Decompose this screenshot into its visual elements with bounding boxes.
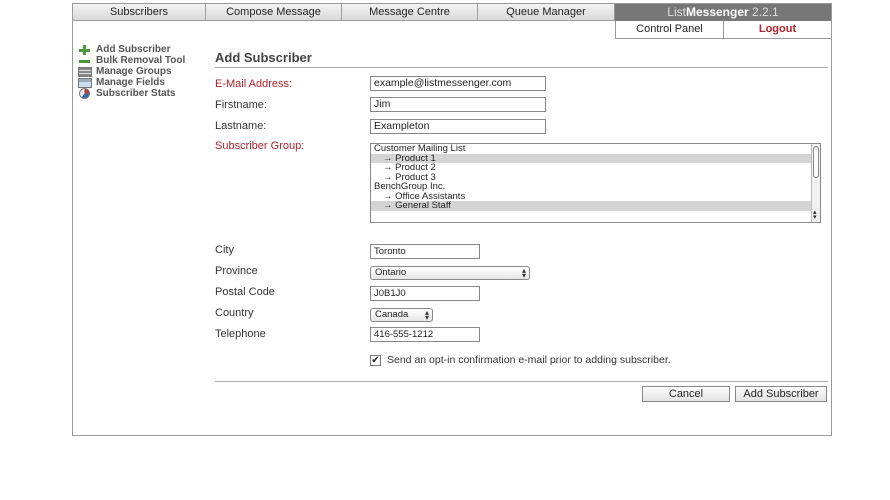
group-list-scrollbar[interactable]: ▴ ▾: [811, 144, 820, 222]
group-option[interactable]: → General Staff: [371, 201, 820, 211]
city-label: City: [215, 244, 234, 256]
minus-icon: [78, 56, 92, 66]
province-select[interactable]: Ontario ▴ ▾: [370, 266, 530, 280]
group-option[interactable]: → Product 1: [371, 153, 820, 163]
tab-message-centre[interactable]: Message Centre: [342, 4, 478, 21]
firstname-label: Firstname:: [215, 99, 267, 111]
optin-checkbox[interactable]: ✔: [370, 354, 381, 366]
scrollbar-thumb[interactable]: [813, 146, 819, 178]
sidebar: Add Subscriber Bulk Removal Tool Manage …: [78, 44, 203, 99]
brand-name: Messenger: [685, 5, 749, 19]
email-field[interactable]: example@listmessenger.com: [370, 76, 546, 91]
province-label: Province: [215, 265, 258, 277]
groups-icon: [78, 66, 92, 77]
app-window: Subscribers Compose Message Message Cent…: [72, 3, 832, 436]
tab-subscribers[interactable]: Subscribers: [73, 4, 206, 21]
scroll-arrows-icon[interactable]: ▴ ▾: [813, 209, 817, 221]
sidebar-item-label: Bulk Removal Tool: [96, 55, 186, 66]
group-option[interactable]: Customer Mailing List: [371, 144, 820, 154]
tab-compose-message[interactable]: Compose Message: [206, 4, 342, 21]
fields-icon: [78, 77, 92, 88]
sidebar-item-label: Manage Fields: [96, 77, 165, 88]
sidebar-item-bulk-removal-tool[interactable]: Bulk Removal Tool: [78, 55, 203, 66]
cancel-button[interactable]: Cancel: [642, 386, 730, 402]
brand-prefix: List: [667, 5, 686, 19]
telephone-field[interactable]: 416-555-1212: [370, 327, 480, 342]
country-label: Country: [215, 307, 254, 319]
sidebar-item-add-subscriber[interactable]: Add Subscriber: [78, 44, 203, 55]
optin-row[interactable]: ✔ Send an opt-in confirmation e-mail pri…: [370, 353, 671, 367]
select-arrows-icon: ▴ ▾: [521, 266, 526, 280]
sidebar-item-label: Subscriber Stats: [96, 88, 176, 99]
logout-link[interactable]: Logout: [723, 21, 831, 38]
city-field[interactable]: Toronto: [370, 244, 480, 259]
subscriber-group-list[interactable]: Customer Mailing List → Product 1 → Produc…: [370, 143, 821, 223]
stats-icon: [79, 88, 90, 99]
plus-icon: [78, 44, 92, 55]
page-title: Add Subscriber: [215, 50, 312, 65]
telephone-label: Telephone: [215, 328, 266, 340]
firstname-field[interactable]: Jim: [370, 97, 546, 112]
sidebar-item-label: Add Subscriber: [96, 44, 171, 55]
add-subscriber-form: Add Subscriber E-Mail Address: example@l…: [215, 49, 830, 366]
province-value: Ontario: [375, 267, 407, 278]
email-label: E-Mail Address:: [215, 78, 293, 90]
control-bar: Control Panel Logout: [615, 21, 831, 39]
sidebar-item-manage-fields[interactable]: Manage Fields: [78, 77, 203, 88]
tab-queue-manager[interactable]: Queue Manager: [478, 4, 615, 21]
group-option[interactable]: → Product 2: [371, 163, 820, 173]
sidebar-item-subscriber-stats[interactable]: Subscriber Stats: [78, 88, 203, 99]
group-options: Customer Mailing List → Product 1 → Produc…: [371, 144, 820, 211]
select-arrows-icon: ▴ ▾: [424, 308, 429, 322]
main-nav: Subscribers Compose Message Message Cent…: [73, 4, 831, 21]
optin-label: Send an opt-in confirmation e-mail prior…: [387, 354, 671, 366]
add-subscriber-button[interactable]: Add Subscriber: [735, 386, 827, 402]
subscriber-group-label: Subscriber Group:: [215, 140, 305, 152]
brand-version: 2.2.1: [752, 5, 779, 19]
country-value: Canada: [375, 309, 409, 320]
title-divider: [215, 67, 828, 68]
app-brand: ListMessenger 2.2.1: [615, 4, 831, 21]
lastname-label: Lastname:: [215, 120, 267, 132]
postal-code-field[interactable]: J0B1J0: [370, 286, 480, 301]
control-panel-link[interactable]: Control Panel: [615, 21, 723, 38]
lastname-field[interactable]: Exampleton: [370, 119, 546, 134]
form-footer-divider: [215, 381, 828, 382]
postal-code-label: Postal Code: [215, 286, 275, 298]
sidebar-item-manage-groups[interactable]: Manage Groups: [78, 66, 203, 77]
sidebar-item-label: Manage Groups: [96, 66, 172, 77]
country-select[interactable]: Canada ▴ ▾: [370, 308, 433, 322]
